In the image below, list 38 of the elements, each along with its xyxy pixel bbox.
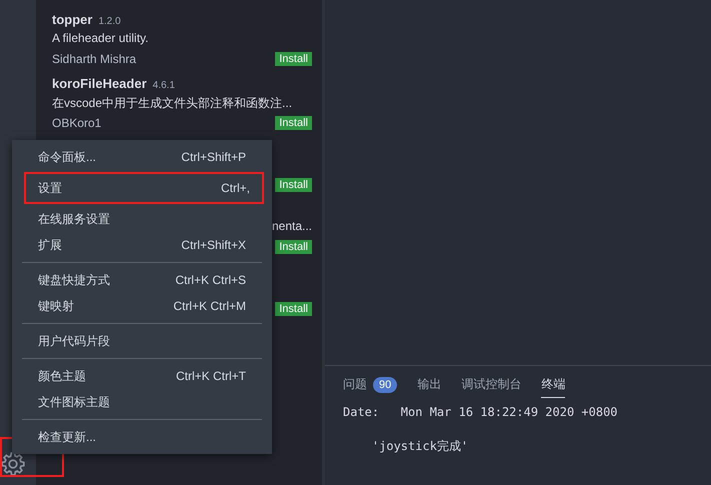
- extension-version: 1.2.0: [98, 16, 121, 27]
- menu-item[interactable]: 用户代码片段: [12, 328, 272, 354]
- install-button[interactable]: Install: [275, 52, 312, 66]
- extension-author: OBKoro1: [52, 116, 102, 130]
- menu-item[interactable]: 文件图标主题: [12, 389, 272, 415]
- install-button[interactable]: Install: [275, 240, 312, 254]
- terminal-line: 'joystick完成': [370, 438, 470, 455]
- shortcut-label: Ctrl+Shift+P: [181, 150, 246, 164]
- count-badge: 90: [373, 376, 398, 392]
- shortcut-label: Ctrl+,: [220, 181, 250, 195]
- menu-item[interactable]: 键映射 Ctrl+K Ctrl+M: [12, 293, 272, 319]
- extension-description: nenta...: [272, 219, 312, 235]
- menu-item[interactable]: 命令面板... Ctrl+Shift+P: [12, 144, 272, 170]
- extension-name: topper: [52, 12, 92, 27]
- menu-item[interactable]: 检查更新...: [12, 424, 272, 450]
- shortcut-label: Ctrl+Shift+X: [181, 238, 246, 252]
- install-button[interactable]: Install: [275, 302, 312, 316]
- install-button[interactable]: Install: [275, 116, 312, 130]
- menu-item[interactable]: 键盘快捷方式 Ctrl+K Ctrl+S: [12, 267, 272, 293]
- panel-tab[interactable]: 问题 90: [343, 372, 398, 398]
- shortcut-label: Ctrl+K Ctrl+S: [175, 273, 246, 287]
- panel-tab[interactable]: 调试控制台: [461, 372, 522, 398]
- extension-description: 在vscode中用于生成文件头部注释和函数注...: [52, 95, 294, 112]
- terminal-line: Date: Mon Mar 16 18:22:49 2020 +0800: [343, 404, 619, 421]
- extension-description: A fileheader utility.: [52, 31, 150, 47]
- settings-icon[interactable]: [0, 451, 26, 477]
- menu-item[interactable]: 设置 Ctrl+,: [24, 172, 264, 204]
- menu-item[interactable]: 扩展 Ctrl+Shift+X: [12, 232, 272, 258]
- install-button[interactable]: Install: [275, 178, 312, 192]
- extension-name: koroFileHeader: [52, 76, 147, 91]
- shortcut-label: Ctrl+K Ctrl+M: [173, 299, 246, 313]
- panel-tab[interactable]: 终端: [541, 372, 566, 398]
- panel-tab[interactable]: 输出: [417, 372, 442, 398]
- menu-item[interactable]: 颜色主题 Ctrl+K Ctrl+T: [12, 363, 272, 389]
- extension-version: 4.6.1: [152, 80, 175, 91]
- shortcut-label: Ctrl+K Ctrl+T: [176, 369, 246, 383]
- menu-item[interactable]: 在线服务设置: [12, 206, 272, 232]
- extension-author: Sidharth Mishra: [52, 52, 136, 66]
